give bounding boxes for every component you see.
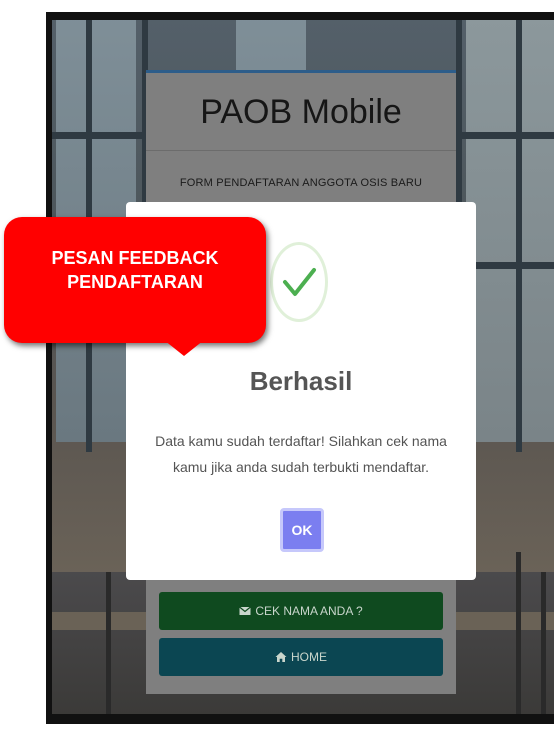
desk-leg <box>541 572 546 722</box>
callout-text: PESAN FEEDBACK PENDAFTARAN <box>51 248 219 292</box>
check-icon <box>283 268 316 296</box>
ok-button[interactable]: OK <box>280 508 324 552</box>
phone-screen: PAOB Mobile FORM PENDAFTARAN ANGGOTA OSI… <box>46 12 554 724</box>
callout-pointer <box>164 340 204 356</box>
envelope-icon <box>239 606 252 615</box>
dialog-message: Data kamu sudah terdaftar! Silahkan cek … <box>155 433 447 475</box>
divider <box>146 150 456 151</box>
home-button[interactable]: HOME <box>159 638 443 676</box>
check-name-label: CEK NAMA ANDA ? <box>255 604 363 618</box>
success-icon-circle <box>270 242 328 322</box>
phone-frame <box>46 12 52 724</box>
window <box>466 12 554 442</box>
window-frame <box>516 12 522 452</box>
form-subtitle: FORM PENDAFTARAN ANGGOTA OSIS BARU <box>179 177 423 189</box>
home-label: HOME <box>291 650 327 664</box>
phone-frame <box>46 12 554 20</box>
feedback-callout: PESAN FEEDBACK PENDAFTARAN <box>4 217 266 343</box>
app-title: PAOB Mobile <box>200 93 402 131</box>
check-name-button[interactable]: CEK NAMA ANDA ? <box>159 592 443 630</box>
phone-frame <box>46 714 554 724</box>
desk-leg <box>516 552 521 722</box>
home-icon <box>275 652 287 662</box>
dialog-title: Berhasil <box>249 366 353 396</box>
desk-leg <box>106 572 111 722</box>
